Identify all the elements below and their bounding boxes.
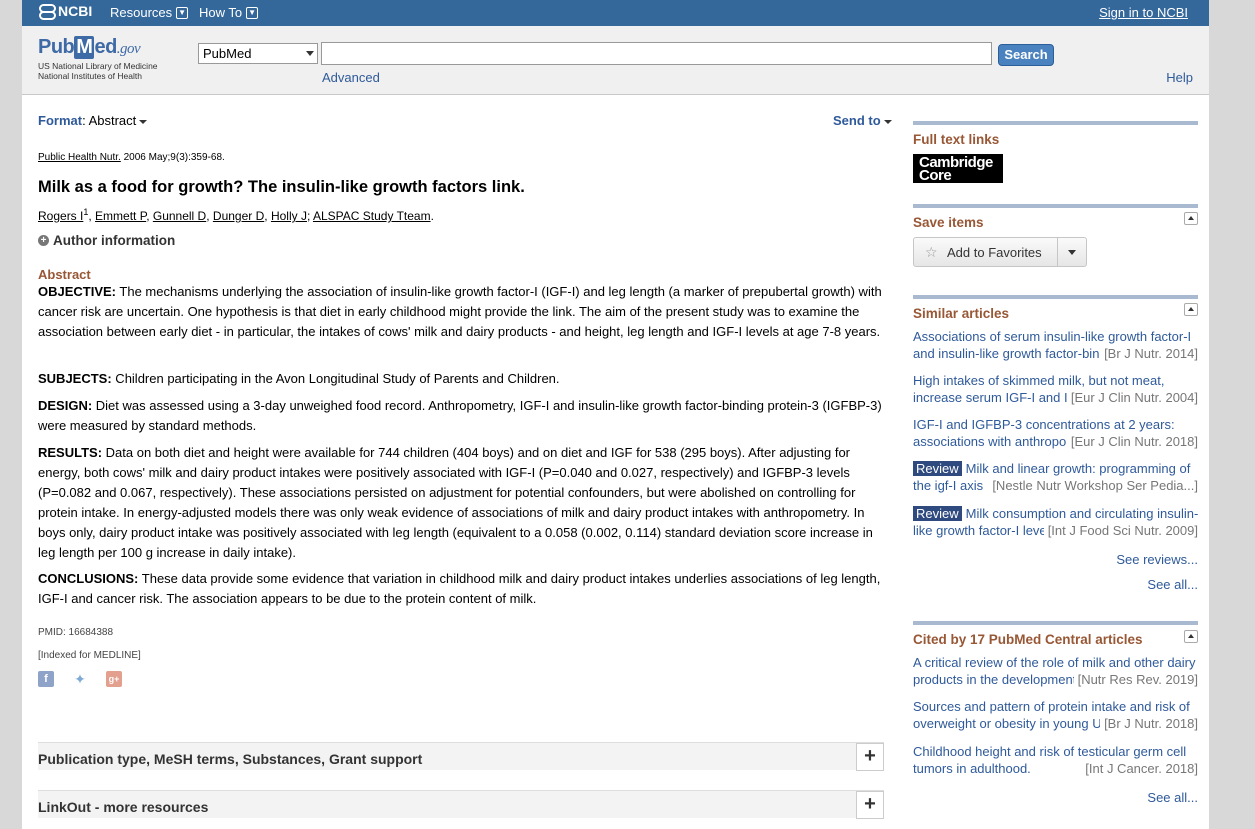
add-to-favorites-button[interactable]: ☆ Add to Favorites (913, 237, 1087, 267)
plus-icon[interactable]: + (856, 791, 884, 819)
see-all-cited-link[interactable]: See all... (1147, 790, 1198, 805)
author-link[interactable]: Gunnell D (153, 209, 206, 223)
cited-article[interactable]: Sources and pattern of protein intake an… (913, 698, 1198, 732)
star-icon: ☆ (925, 244, 938, 260)
abstract-heading: Abstract (38, 267, 91, 282)
author-link[interactable]: Rogers I (38, 209, 83, 223)
see-reviews-link[interactable]: See reviews... (1116, 552, 1198, 567)
facebook-icon[interactable]: f (38, 671, 54, 687)
author-link[interactable]: ALSPAC Study Tteam (313, 209, 431, 223)
help-link[interactable]: Help (1166, 70, 1193, 85)
chevron-down-icon: ▼ (176, 6, 189, 19)
similar-article[interactable]: High intakes of skimmed milk, but not me… (913, 372, 1198, 406)
search-header: Pub Med.gov US National Library of Medici… (22, 26, 1209, 95)
abstract-results: RESULTS: Data on both diet and height we… (38, 445, 873, 560)
review-badge: Review (913, 506, 962, 521)
similar-articles-heading: Similar articles (913, 306, 1010, 321)
twitter-icon[interactable]: ✦ (72, 671, 88, 687)
abstract-design: DESIGN: Diet was assessed using a 3-day … (38, 398, 882, 433)
linkout-section[interactable]: LinkOut - more resources + (38, 790, 884, 819)
send-to-menu[interactable]: Send to (833, 113, 892, 128)
plus-icon[interactable]: + (856, 743, 884, 771)
collapse-icon[interactable] (1184, 630, 1198, 643)
indexed-note: [Indexed for MEDLINE] (38, 650, 141, 661)
page-frame: NCBI Resources ▼ How To ▼ Sign in to NCB… (22, 0, 1209, 829)
publication-type-section[interactable]: Publication type, MeSH terms, Substances… (38, 742, 884, 771)
resources-menu[interactable]: Resources ▼ (110, 5, 189, 20)
collapse-icon[interactable] (1184, 212, 1198, 225)
abstract-objective: OBJECTIVE: The mechanisms underlying the… (38, 284, 882, 339)
pubmed-logo[interactable]: Pub Med.gov US National Library of Medici… (38, 36, 158, 81)
see-all-similar-link[interactable]: See all... (1147, 577, 1198, 592)
similar-article[interactable]: Review Milk consumption and circulating i… (913, 505, 1198, 539)
caret-down-icon (139, 119, 148, 124)
collapse-icon[interactable] (1184, 303, 1198, 316)
howto-menu[interactable]: How To ▼ (199, 5, 259, 20)
similar-article[interactable]: Review Milk and linear growth: programmin… (913, 460, 1198, 494)
plus-circle-icon: + (38, 235, 49, 246)
section-divider (913, 621, 1198, 625)
citation: Public Health Nutr. 2006 May;9(3):359-68… (38, 152, 225, 163)
sign-in-link[interactable]: Sign in to NCBI (1099, 5, 1188, 20)
search-button[interactable]: Search (998, 44, 1054, 66)
save-items-heading: Save items (913, 215, 984, 230)
section-divider (913, 121, 1198, 125)
google-plus-icon[interactable]: g+ (106, 671, 122, 687)
author-link[interactable]: Emmett P (95, 209, 146, 223)
logo-subtitle-1: US National Library of Medicine (38, 61, 158, 71)
author-list: Rogers I1, Emmett P, Gunnell D, Dunger D… (38, 207, 434, 223)
advanced-link[interactable]: Advanced (322, 70, 380, 85)
caret-down-icon (883, 119, 892, 124)
author-link[interactable]: Dunger D (213, 209, 264, 223)
abstract-subjects: SUBJECTS: Children participating in the … (38, 371, 560, 386)
logo-subtitle-2: National Institutes of Health (38, 71, 142, 81)
cambridge-core-link[interactable]: Cambridge Core (913, 154, 1003, 183)
cited-article[interactable]: Childhood height and risk of testicular … (913, 743, 1198, 777)
chevron-down-icon (306, 51, 314, 56)
ncbi-logo-icon (37, 3, 56, 20)
article-title: Milk as a food for growth? The insulin-l… (38, 178, 525, 196)
search-input[interactable] (321, 42, 992, 65)
similar-article[interactable]: Associations of serum insulin-like growt… (913, 328, 1198, 362)
review-badge: Review (913, 461, 962, 476)
social-share: f ✦ g+ (38, 671, 122, 687)
section-divider (913, 204, 1198, 208)
author-link[interactable]: Holly J (271, 209, 307, 223)
chevron-down-icon: ▼ (246, 6, 259, 19)
similar-article[interactable]: IGF-I and IGFBP-3 concentrations at 2 ye… (913, 416, 1198, 450)
ncbi-logo[interactable]: NCBI (37, 3, 92, 20)
chevron-down-icon[interactable] (1068, 250, 1076, 255)
journal-link[interactable]: Public Health Nutr. (38, 152, 121, 163)
ncbi-top-bar: NCBI Resources ▼ How To ▼ Sign in to NCB… (22, 0, 1209, 26)
pmid: PMID: 16684388 (38, 627, 114, 638)
cited-article[interactable]: A critical review of the role of milk an… (913, 654, 1198, 688)
cited-by-heading: Cited by 17 PubMed Central articles (913, 632, 1143, 647)
abstract-conclusions: CONCLUSIONS: These data provide some evi… (38, 571, 881, 606)
database-select[interactable]: PubMed (198, 43, 318, 64)
full-text-heading: Full text links (913, 132, 1000, 147)
format-selector[interactable]: Format: Abstract (38, 113, 148, 128)
section-divider (913, 295, 1198, 299)
author-information-toggle[interactable]: + Author information (38, 233, 175, 248)
